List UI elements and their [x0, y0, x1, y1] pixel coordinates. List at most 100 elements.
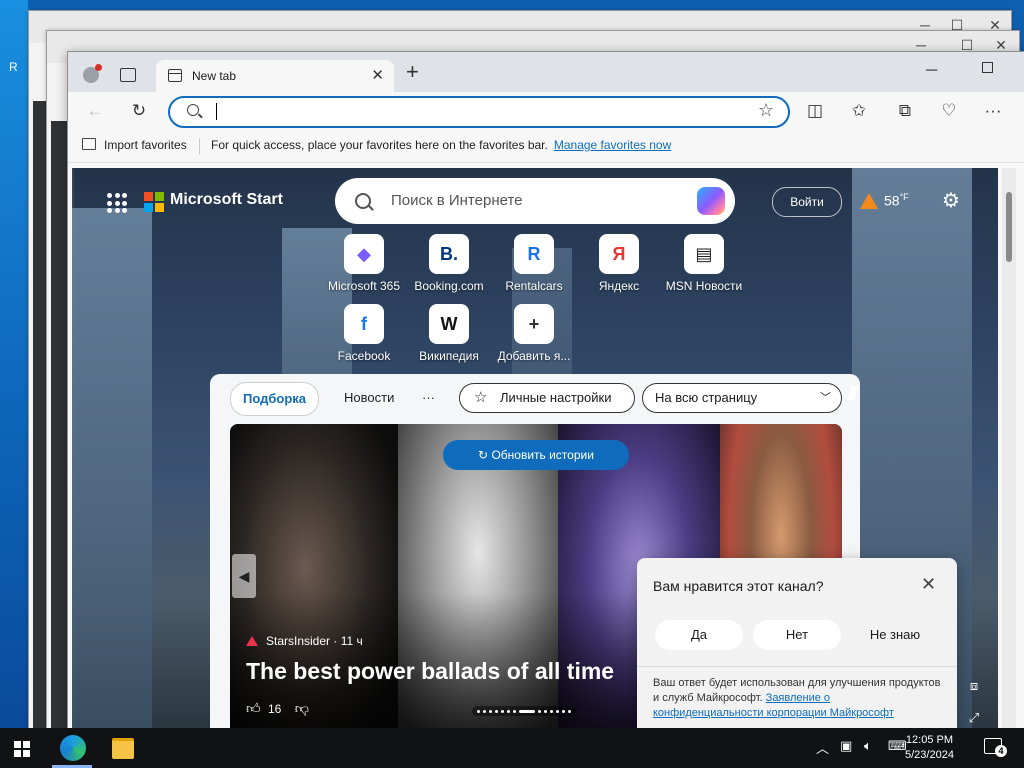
msn-news-icon: ▤: [684, 234, 724, 274]
new-tab-plus-icon[interactable]: +: [406, 60, 419, 84]
feedback-dont-know-button[interactable]: Не знаю: [851, 620, 939, 650]
copilot-icon[interactable]: [697, 187, 725, 215]
profile-avatar[interactable]: [80, 64, 102, 86]
source-logo-icon: [246, 636, 258, 646]
browser-essentials-icon[interactable]: ♡: [938, 100, 960, 122]
quick-link-wikipedia[interactable]: W Википедия: [410, 304, 488, 363]
story-source[interactable]: StarsInsider · 11 ч: [246, 634, 363, 648]
thumbs-up-icon[interactable]: 👍︎: [246, 700, 261, 716]
weather-widget[interactable]: 58°F: [860, 192, 909, 209]
tab-curated[interactable]: Подборка: [230, 382, 320, 416]
quick-link-label: Rentalcars: [505, 279, 563, 293]
quick-link-label: MSN Новости: [665, 279, 743, 293]
quick-link-yandex[interactable]: Я Яндекс: [580, 234, 658, 293]
expand-icon[interactable]: ⤢: [965, 710, 983, 728]
layout-select-value: На всю страницу: [655, 390, 758, 405]
import-favorites-label: Import favorites: [104, 138, 187, 152]
carousel-indicator[interactable]: [472, 706, 576, 716]
tab-news[interactable]: Новости: [332, 382, 406, 414]
manage-favorites-link[interactable]: Manage favorites now: [554, 138, 671, 152]
network-icon[interactable]: ▣: [840, 738, 852, 754]
volume-muted-icon[interactable]: 🔈︎: [864, 738, 872, 754]
chevron-down-icon: ﹀: [820, 392, 831, 404]
layout-select[interactable]: На всю страницу ﹀: [642, 383, 842, 413]
scrollbar-thumb[interactable]: [1006, 192, 1012, 262]
window-maximize-icon[interactable]: [982, 62, 993, 73]
weather-warning-icon: [860, 192, 878, 209]
windows-start-icon[interactable]: [14, 741, 30, 757]
sign-in-button[interactable]: Войти: [772, 187, 842, 217]
carousel-prev-icon[interactable]: ◀: [232, 554, 256, 598]
story-title[interactable]: The best power ballads of all time: [246, 658, 614, 685]
feedback-note: Ваш ответ будет использован для улучшени…: [653, 676, 943, 721]
notifications-icon[interactable]: 4: [984, 738, 1007, 757]
brand-title[interactable]: Microsoft Start: [170, 191, 283, 209]
back-arrow-icon[interactable]: ←: [84, 100, 106, 122]
quick-link-label: Microsoft 365: [327, 279, 401, 293]
settings-more-icon[interactable]: ···: [982, 100, 1004, 122]
split-screen-icon[interactable]: ◫: [804, 100, 826, 122]
close-icon[interactable]: ✕: [921, 574, 936, 595]
feedback-icon[interactable]: ⧈: [965, 678, 983, 696]
thumbs-down-icon[interactable]: 👎︎: [295, 700, 309, 716]
personalize-button[interactable]: ☆ Личные настройки: [459, 383, 635, 413]
quick-link-label: Википедия: [419, 349, 479, 363]
like-count: 16: [267, 702, 282, 716]
quick-link-add[interactable]: + Добавить я...: [495, 304, 573, 363]
facebook-icon: f: [344, 304, 384, 344]
new-tab-favicon-icon: [168, 69, 182, 82]
page-scrollbar[interactable]: [1002, 168, 1016, 742]
web-search-box[interactable]: Поиск в Интернете: [335, 178, 735, 224]
search-icon: [355, 193, 371, 209]
import-favorites-button[interactable]: Import favorites: [82, 138, 187, 152]
clock-time: 12:05 PM: [905, 734, 954, 746]
yandex-icon: Я: [599, 234, 639, 274]
language-icon[interactable]: ⌨: [888, 738, 907, 754]
story-age: 11 ч: [340, 634, 363, 648]
favorites-hint-text: For quick access, place your favorites h…: [211, 138, 548, 152]
background-image: [72, 208, 152, 742]
weather-unit: °F: [899, 192, 909, 202]
quick-link-microsoft-365[interactable]: ◆ Microsoft 365: [325, 234, 403, 293]
show-hidden-icons-icon[interactable]: ︿: [816, 738, 829, 757]
address-bar[interactable]: ☆: [168, 96, 790, 128]
divider: [637, 666, 957, 667]
favorites-icon[interactable]: ✩: [848, 100, 870, 122]
microsoft-365-icon: ◆: [344, 234, 384, 274]
feedback-popup: Вам нравится этот канал? ✕ Да Нет Не зна…: [637, 558, 957, 748]
feedback-no-button[interactable]: Нет: [753, 620, 841, 650]
clock-date: 5/23/2024: [905, 749, 954, 761]
close-tab-icon[interactable]: ✕: [371, 66, 384, 84]
quick-link-facebook[interactable]: f Facebook: [325, 304, 403, 363]
microsoft-logo-icon: [144, 192, 164, 212]
feedback-question: Вам нравится этот канал?: [653, 578, 824, 594]
tab-new-tab[interactable]: New tab ✕: [156, 60, 394, 92]
feedback-yes-button[interactable]: Да: [655, 620, 743, 650]
quick-link-msn-news[interactable]: ▤ MSN Новости: [665, 234, 743, 293]
page-settings-gear-icon[interactable]: ⚙: [942, 188, 960, 213]
wikipedia-icon: W: [429, 304, 469, 344]
browser-toolbar: ← ↻ ☆ ◫ ✩ ⧉ ♡ ···: [68, 92, 1024, 130]
apps-launcher-icon[interactable]: [107, 193, 127, 213]
tab-more[interactable]: ···: [410, 382, 447, 414]
divider: [199, 138, 200, 154]
search-placeholder: Поиск в Интернете: [391, 192, 523, 209]
story-source-name: StarsInsider: [266, 634, 331, 648]
tab-actions-icon[interactable]: [120, 68, 136, 82]
refresh-icon[interactable]: ↻: [128, 100, 150, 122]
favorite-star-icon[interactable]: ☆: [758, 100, 774, 121]
address-input[interactable]: [210, 102, 734, 122]
edge-browser-icon[interactable]: [60, 735, 86, 761]
notification-count: 4: [995, 745, 1007, 757]
desktop-icon-label[interactable]: R: [9, 60, 18, 74]
file-explorer-icon[interactable]: [112, 738, 134, 759]
tab-strip: New tab ✕ + ─: [68, 52, 1024, 92]
booking-icon: B.: [429, 234, 469, 274]
search-icon: [187, 104, 199, 116]
quick-link-booking[interactable]: B. Booking.com: [410, 234, 488, 293]
quick-link-rentalcars[interactable]: R Rentalcars: [495, 234, 573, 293]
collections-icon[interactable]: ⧉: [894, 100, 916, 122]
system-clock[interactable]: 12:05 PM 5/23/2024: [905, 733, 954, 763]
refresh-stories-button[interactable]: ↻ Обновить истории: [443, 440, 629, 470]
window-minimize-icon[interactable]: ─: [926, 62, 937, 80]
